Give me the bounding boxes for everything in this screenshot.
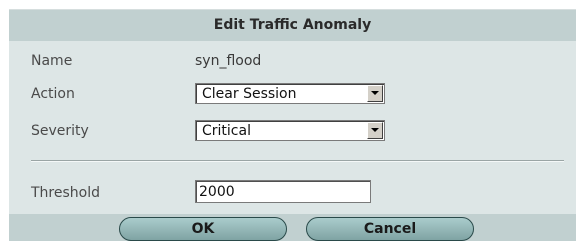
edit-traffic-anomaly-dialog: Edit Traffic Anomaly Name syn_flood Acti… [9, 9, 576, 241]
severity-select-value: Critical [202, 123, 251, 139]
severity-select[interactable]: Critical [195, 120, 385, 141]
dialog-title: Edit Traffic Anomaly [9, 10, 576, 41]
divider [31, 160, 564, 162]
button-bar: OK Cancel [9, 214, 576, 241]
action-select-value: Clear Session [202, 86, 297, 102]
chevron-down-icon[interactable] [367, 122, 383, 139]
threshold-label: Threshold [31, 185, 100, 201]
name-label: Name [31, 53, 73, 69]
ok-button[interactable]: OK [119, 217, 287, 241]
cancel-button[interactable]: Cancel [306, 217, 474, 241]
chevron-down-icon[interactable] [367, 85, 383, 102]
severity-label: Severity [31, 123, 89, 139]
name-value: syn_flood [195, 53, 262, 69]
threshold-input[interactable] [195, 180, 371, 203]
action-label: Action [31, 86, 75, 102]
action-select[interactable]: Clear Session [195, 83, 385, 104]
